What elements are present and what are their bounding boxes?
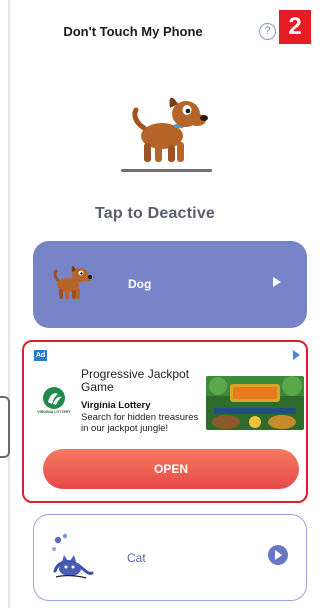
ad-logo-caption: VIRGINIA LOTTERY — [37, 410, 71, 414]
dog-icon — [53, 266, 92, 299]
play-icon[interactable] — [273, 277, 281, 287]
sound-card-dog[interactable]: Dog — [33, 241, 307, 328]
help-icon[interactable]: ? — [259, 23, 276, 40]
ad-body-text: Search for hidden treasures in our jackp… — [81, 412, 199, 434]
native-ad[interactable]: Ad VIRGINIA LOTTERY Progressive Jackpot … — [22, 340, 308, 503]
play-circle-icon[interactable] — [268, 545, 288, 565]
ad-advertiser: Virginia Lottery — [81, 400, 151, 411]
sound-card-label: Dog — [128, 277, 152, 291]
ad-headline[interactable]: Progressive Jackpot Game — [81, 368, 209, 394]
left-screen-edge — [0, 0, 10, 608]
sound-card-label: Cat — [127, 551, 146, 565]
app-title: Don't Touch My Phone — [63, 24, 203, 39]
adchoices-icon[interactable] — [293, 350, 300, 360]
hero-ground-line — [121, 169, 212, 172]
app-header: Don't Touch My Phone ? 2 — [10, 0, 311, 64]
sound-card-cat[interactable]: Cat — [33, 514, 307, 601]
tap-to-deactivate-label[interactable]: Tap to Deactive — [0, 205, 310, 223]
dog-icon[interactable] — [128, 92, 210, 168]
annotation-badge: 2 — [279, 10, 311, 44]
edge-line — [8, 0, 10, 608]
ad-badge: Ad — [34, 350, 47, 361]
lottery-logo-icon — [43, 387, 65, 409]
edge-handle[interactable] — [0, 396, 10, 458]
ad-open-button[interactable]: OPEN — [43, 449, 299, 489]
ad-jackpot-image[interactable] — [206, 376, 304, 430]
cat-icon — [52, 533, 94, 579]
